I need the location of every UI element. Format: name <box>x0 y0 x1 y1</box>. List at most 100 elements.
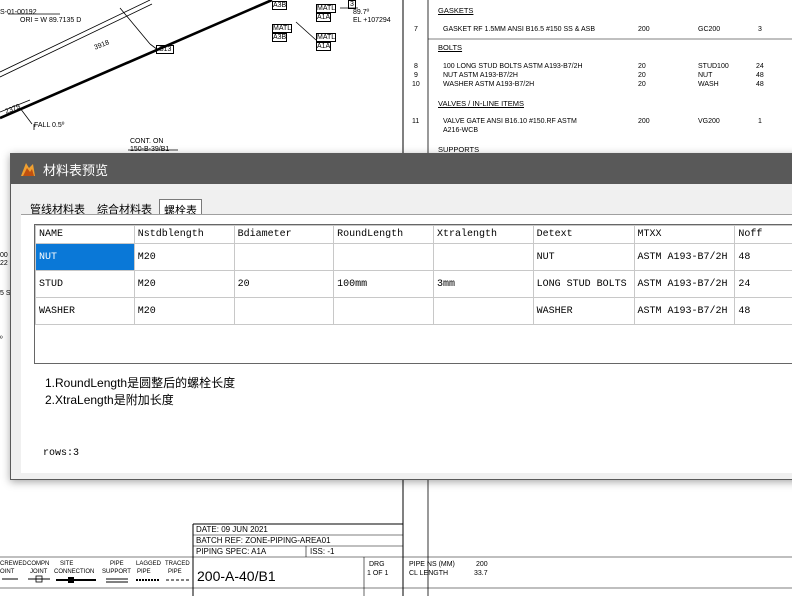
bom-item-size: 20 <box>638 72 646 79</box>
table-cell[interactable]: 24 <box>734 270 792 298</box>
bom-item-desc: NUT ASTM A193-B7/2H <box>443 72 518 79</box>
title-iss: ISS: -1 <box>310 547 335 556</box>
bom-item-qty: 24 <box>756 63 764 70</box>
legend-label: JOINT <box>30 569 48 575</box>
table-cell[interactable]: 48 <box>734 297 792 325</box>
angle-label: 89.7º <box>353 9 370 16</box>
cont-on-label: CONT. ON <box>130 138 164 145</box>
legend-label: PIPE <box>137 569 151 575</box>
matl-tag: A1A <box>316 42 332 51</box>
fall-label: FALL 0.5º <box>34 122 65 129</box>
table-header-row: NAME Nstdblength Bdiameter RoundLength X… <box>35 225 792 244</box>
table-cell[interactable] <box>333 243 434 271</box>
bom-section-gaskets: GASKETS <box>438 6 474 15</box>
column-header[interactable]: MTXX <box>633 225 736 244</box>
drg-value: 1 OF 1 <box>367 570 389 577</box>
legend-label: PIPE <box>168 569 182 575</box>
table-cell[interactable]: 3mm <box>432 270 534 298</box>
table-cell[interactable]: M20 <box>133 297 235 325</box>
bom-item-qty: 1 <box>758 118 762 125</box>
legend-label: TRACED <box>165 561 190 567</box>
legend-label: LAGGED <box>136 561 162 567</box>
matl-tag: A3B <box>272 33 288 42</box>
column-header[interactable]: RoundLength <box>333 225 434 244</box>
table-cell[interactable]: STUD <box>35 270 135 298</box>
matl-tag: MATL <box>316 4 337 13</box>
note-xtra-length: 2.XtraLength是附加长度 <box>45 393 174 407</box>
table-cell[interactable]: M20 <box>133 270 235 298</box>
table-row[interactable]: WASHER M20 WASHER ASTM A193-B7/2H 48 <box>35 297 792 325</box>
bom-item-qty: 3 <box>758 26 762 33</box>
column-header[interactable]: NAME <box>35 225 135 244</box>
matl-tag: A1A <box>316 13 332 22</box>
elevation-label: EL +107294 <box>353 17 391 24</box>
bom-item-no: 7 <box>414 26 418 33</box>
coord-label: S-01-00192 <box>0 9 37 16</box>
table-cell[interactable]: NUT <box>532 243 635 271</box>
table-cell[interactable]: M20 <box>133 243 235 271</box>
table-cell[interactable]: ASTM A193-B7/2H <box>633 270 736 298</box>
side-mark: 22 <box>0 260 8 267</box>
table-cell[interactable]: 20 <box>233 270 335 298</box>
dialog-titlebar[interactable]: 材料表预览 <box>11 154 792 184</box>
legend-label: SITE <box>60 561 74 567</box>
table-cell[interactable] <box>333 297 434 325</box>
pipe-ns-value: 200 <box>476 561 488 568</box>
drg-label: DRG <box>369 561 385 568</box>
bom-item-desc: 100 LONG STUD BOLTS ASTM A193-B7/2H <box>443 63 583 70</box>
orientation-label: ORI = W 89.7135 D <box>20 17 82 24</box>
table-row[interactable]: NUT M20 NUT ASTM A193-B7/2H 48 <box>35 243 792 271</box>
bolt-table-grid[interactable]: NAME Nstdblength Bdiameter RoundLength X… <box>34 224 792 364</box>
table-cell[interactable]: WASHER <box>35 297 135 325</box>
drawing-number: 200-A-40/B1 <box>197 568 276 584</box>
bom-section-bolts: BOLTS <box>438 43 463 52</box>
bom-item-qty: 48 <box>756 72 764 79</box>
bom-item-code: WASH <box>698 81 719 88</box>
table-cell[interactable]: ASTM A193-B7/2H <box>633 297 736 325</box>
cl-length-value: 33.7 <box>474 570 488 577</box>
column-header[interactable]: Noff <box>734 225 792 244</box>
table-cell[interactable]: ASTM A193-B7/2H <box>633 243 736 271</box>
table-cell[interactable]: LONG STUD BOLTS <box>532 270 635 298</box>
bom-item-code: VG200 <box>698 118 720 125</box>
tab-panel: NAME Nstdblength Bdiameter RoundLength X… <box>21 214 792 473</box>
legend-label: CONNECTION <box>54 569 95 575</box>
table-cell[interactable]: 48 <box>734 243 792 271</box>
table-cell[interactable] <box>432 243 534 271</box>
column-header[interactable]: Xtralength <box>432 225 534 244</box>
marker-tag: 3 <box>348 0 356 9</box>
dialog-title: 材料表预览 <box>43 162 109 178</box>
legend-label: COMPN <box>27 561 50 567</box>
bom-item-no: 11 <box>412 118 420 125</box>
bom-item-no: 10 <box>412 81 420 88</box>
table-cell[interactable] <box>432 297 534 325</box>
matl-tag: MATL <box>272 24 293 33</box>
bom-section-valves: VALVES / IN-LINE ITEMS <box>438 99 524 108</box>
table-cell[interactable]: NUT <box>35 243 135 271</box>
pipe-ns-label: PIPE NS (MM) <box>409 561 455 568</box>
table-cell[interactable] <box>233 243 335 271</box>
bom-item-desc: GASKET RF 1.5MM ANSI B16.5 #150 SS & ASB <box>443 26 595 33</box>
column-header[interactable]: Nstdblength <box>133 225 235 244</box>
side-mark: 5 S <box>0 290 11 297</box>
table-row[interactable]: STUD M20 20 100mm 3mm LONG STUD BOLTS AS… <box>35 270 792 298</box>
column-header[interactable]: Detext <box>532 225 635 244</box>
app-icon <box>21 163 35 176</box>
s13-tag: S13 <box>156 45 175 54</box>
title-spec: PIPING SPEC: A1A <box>196 547 267 556</box>
cl-length-label: CL LENGTH <box>409 570 449 577</box>
bom-item-desc: WASHER ASTM A193-B7/2H <box>443 81 535 88</box>
bom-item-code: STUD100 <box>698 63 729 70</box>
bom-item-size: 200 <box>638 26 650 33</box>
bom-item-code: NUT <box>698 72 713 79</box>
material-preview-dialog[interactable]: 材料表预览 管线材料表 综合材料表 螺栓表 NAME Nstdblength B… <box>10 153 792 480</box>
column-header[interactable]: Bdiameter <box>233 225 335 244</box>
bom-item-size: 20 <box>638 63 646 70</box>
row-count-label: rows:3 <box>43 448 80 459</box>
bolt-table: NAME Nstdblength Bdiameter RoundLength X… <box>35 225 792 325</box>
bom-item-desc-2: A216-WCB <box>443 127 479 134</box>
table-cell[interactable] <box>233 297 335 325</box>
table-cell[interactable]: 100mm <box>333 270 434 298</box>
legend-label: OINT <box>0 569 15 575</box>
table-cell[interactable]: WASHER <box>532 297 635 325</box>
